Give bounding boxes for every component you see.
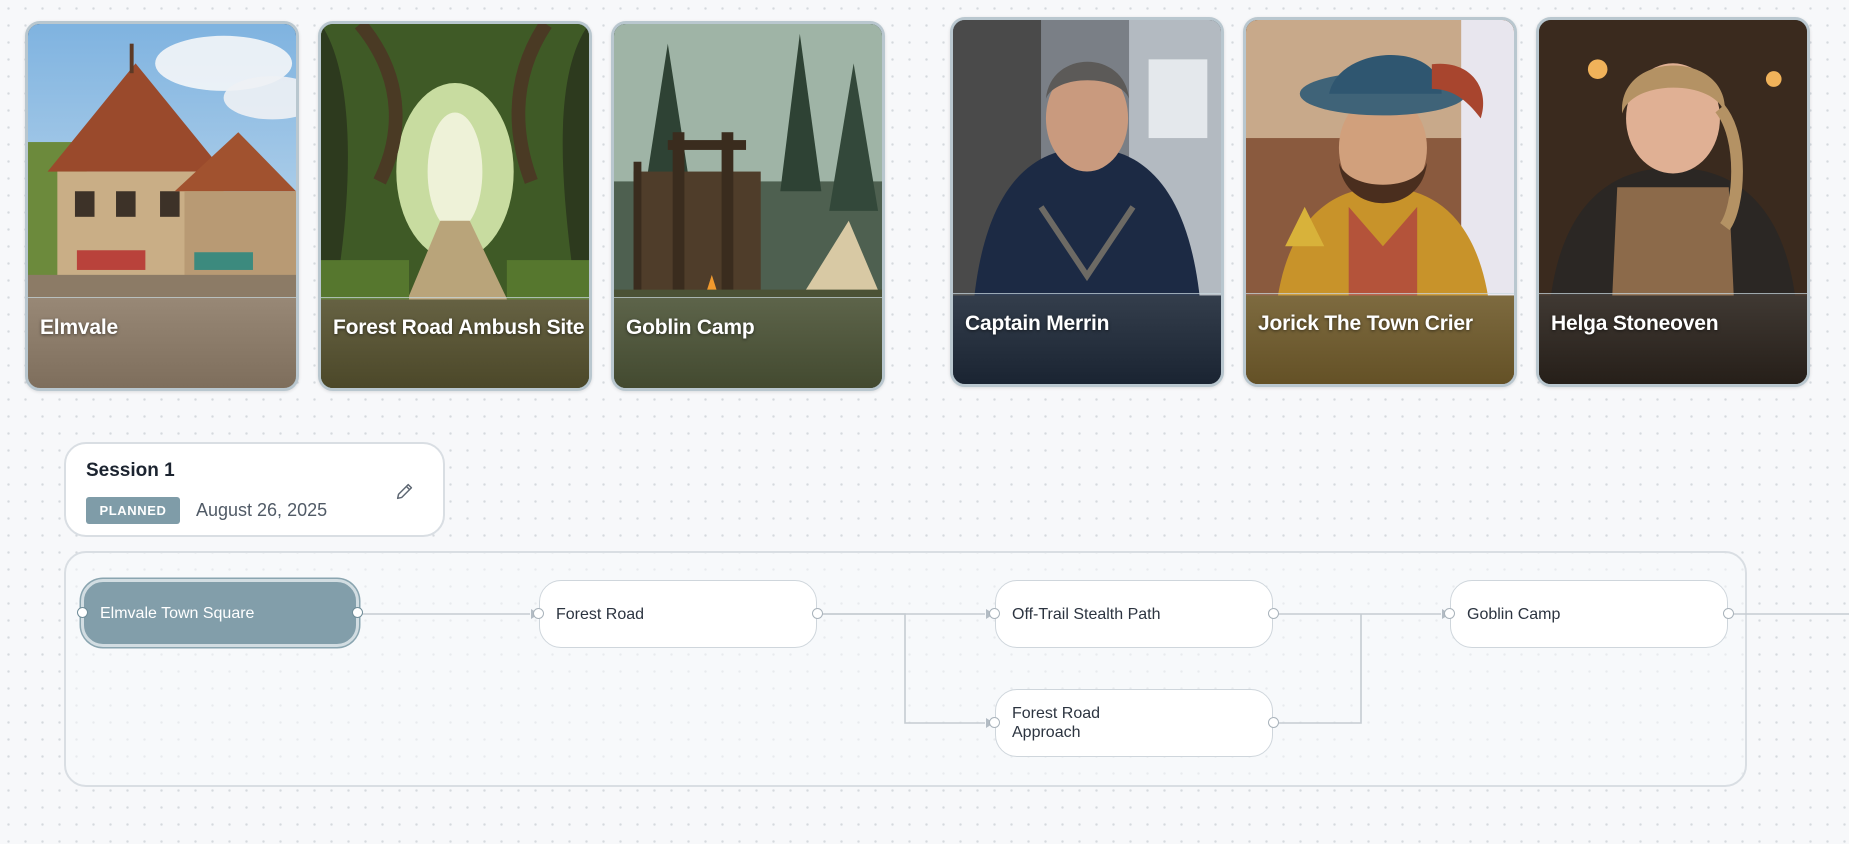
card-label-band	[1539, 293, 1807, 384]
node-output-handle[interactable]	[1723, 608, 1734, 619]
session-title: Session 1	[86, 460, 175, 481]
location-card-goblin-camp[interactable]: Goblin Camp	[611, 21, 885, 391]
card-label-band	[614, 297, 882, 388]
flow-node-off-trail-stealth-path[interactable]: Off-Trail Stealth Path	[989, 580, 1279, 648]
session-card[interactable]: Session 1 PLANNED August 26, 2025	[64, 442, 445, 537]
character-card-label: Captain Merrin	[965, 312, 1110, 335]
node-label: Forest Road	[556, 605, 645, 623]
node-input-handle[interactable]	[77, 607, 88, 618]
node-output-handle[interactable]	[352, 607, 363, 618]
node-output-handle[interactable]	[1268, 717, 1279, 728]
node-output-handle[interactable]	[1268, 608, 1279, 619]
node-input-handle[interactable]	[989, 717, 1000, 728]
node-input-handle[interactable]	[533, 608, 544, 619]
session-date: August 26, 2025	[196, 500, 328, 520]
node-label: Goblin Camp	[1467, 605, 1561, 623]
scene-canvas: Elmvale Forest Road Ambush Site Goblin C…	[0, 0, 1849, 844]
character-card-jorick-the-town-crier[interactable]: Jorick The Town Crier	[1243, 17, 1517, 387]
node-label: Off-Trail Stealth Path	[1012, 605, 1161, 623]
flow-node-goblin-camp[interactable]: Goblin Camp	[1444, 580, 1734, 648]
node-output-handle[interactable]	[812, 608, 823, 619]
node-label: Forest Road Approach	[1012, 705, 1101, 741]
card-label-band	[1246, 293, 1514, 384]
edit-session-button[interactable]	[391, 477, 419, 505]
flow-node-elmvale-town-square[interactable]: Elmvale Town Square	[77, 579, 363, 647]
flow-node-forest-road-approach[interactable]: Forest Road Approach	[989, 689, 1279, 757]
location-card-label: Forest Road Ambush Site	[333, 316, 585, 339]
character-card-label: Jorick The Town Crier	[1258, 312, 1473, 335]
card-label-band	[321, 297, 589, 388]
card-label-band	[28, 297, 296, 388]
character-card-captain-merrin[interactable]: Captain Merrin	[950, 17, 1224, 387]
location-card-label: Elmvale	[40, 316, 118, 339]
location-card-label: Goblin Camp	[626, 316, 755, 339]
node-label: Elmvale Town Square	[100, 604, 255, 622]
node-input-handle[interactable]	[989, 608, 1000, 619]
character-card-helga-stoneoven[interactable]: Helga Stoneoven	[1536, 17, 1810, 387]
location-card-forest-road-ambush-site[interactable]: Forest Road Ambush Site	[318, 21, 592, 391]
character-card-label: Helga Stoneoven	[1551, 312, 1719, 335]
location-card-elmvale[interactable]: Elmvale	[25, 21, 299, 391]
card-label-band	[953, 293, 1221, 384]
pencil-icon	[396, 483, 413, 500]
flow-node-forest-road[interactable]: Forest Road	[533, 580, 823, 648]
node-input-handle[interactable]	[1444, 608, 1455, 619]
status-badge: PLANNED	[86, 497, 180, 524]
